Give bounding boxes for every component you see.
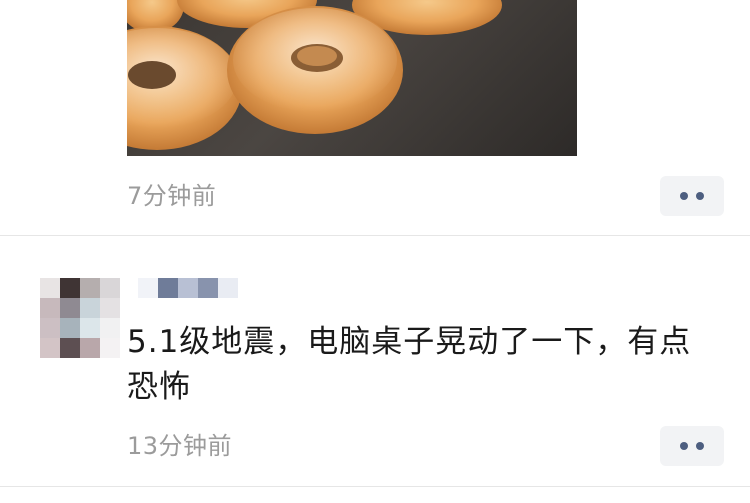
dot-icon [680,442,688,450]
divider [0,486,750,487]
dot-icon [696,192,704,200]
post-timestamp: 7分钟前 [127,182,217,210]
dot-icon [680,192,688,200]
divider [0,235,750,236]
post-image[interactable] [127,0,577,156]
commenter-name[interactable] [138,278,238,298]
comment-more-button[interactable] [660,426,724,466]
donuts-photo [127,0,502,150]
comment-timestamp: 13分钟前 [127,432,233,460]
comment-text: 5.1级地震，电脑桌子晃动了一下，有点恐怖 [127,324,692,405]
dot-icon [696,442,704,450]
post-more-button[interactable] [660,176,724,216]
avatar[interactable] [40,278,120,358]
